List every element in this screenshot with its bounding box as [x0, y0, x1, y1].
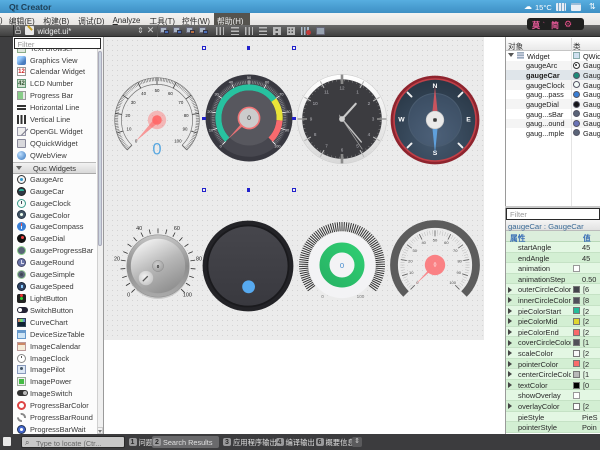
- svg-text:12: 12: [339, 86, 345, 91]
- svg-text:40: 40: [141, 91, 146, 96]
- svg-text:40: 40: [136, 226, 142, 232]
- svg-text:40: 40: [421, 240, 426, 245]
- svg-text:100: 100: [174, 138, 182, 143]
- svg-text:0: 0: [247, 115, 251, 122]
- svg-text:100: 100: [357, 294, 365, 299]
- svg-text:30: 30: [215, 92, 219, 96]
- svg-text:80: 80: [184, 113, 189, 118]
- svg-text:2: 2: [368, 101, 371, 106]
- svg-text:9: 9: [310, 117, 313, 122]
- svg-text:100: 100: [274, 144, 280, 148]
- svg-text:60: 60: [168, 91, 173, 96]
- svg-text:0: 0: [434, 262, 437, 268]
- svg-text:0: 0: [135, 138, 138, 143]
- svg-text:60: 60: [174, 226, 180, 232]
- svg-text:40: 40: [229, 80, 233, 84]
- svg-text:90: 90: [285, 128, 289, 132]
- svg-text:E: E: [466, 117, 471, 124]
- svg-text:8: 8: [314, 132, 317, 137]
- svg-text:100: 100: [449, 280, 456, 285]
- svg-text:80: 80: [286, 110, 290, 114]
- svg-text:6: 6: [341, 148, 344, 153]
- svg-text:30: 30: [131, 100, 136, 105]
- svg-text:20: 20: [408, 259, 413, 264]
- svg-text:0: 0: [152, 141, 161, 159]
- svg-text:10: 10: [313, 101, 319, 106]
- svg-text:70: 70: [453, 248, 458, 253]
- svg-text:20: 20: [207, 110, 211, 114]
- svg-text:0: 0: [157, 264, 160, 269]
- svg-text:0: 0: [321, 294, 324, 299]
- svg-text:70: 70: [279, 92, 283, 96]
- svg-text:4: 4: [368, 132, 371, 137]
- svg-text:50: 50: [433, 238, 438, 243]
- svg-text:0: 0: [127, 292, 130, 298]
- svg-text:80: 80: [457, 259, 462, 264]
- svg-text:70: 70: [178, 100, 183, 105]
- svg-text:1: 1: [356, 90, 359, 95]
- svg-text:11: 11: [324, 90, 329, 95]
- svg-text:60: 60: [444, 240, 449, 245]
- svg-text:50: 50: [155, 88, 160, 93]
- svg-text:100: 100: [183, 292, 192, 298]
- svg-text:50: 50: [247, 76, 251, 80]
- svg-text:10: 10: [409, 270, 414, 275]
- svg-text:0: 0: [340, 261, 344, 270]
- svg-text:60: 60: [265, 80, 269, 84]
- svg-text:10: 10: [126, 127, 131, 132]
- svg-text:7: 7: [325, 143, 328, 148]
- svg-text:10: 10: [209, 128, 213, 132]
- svg-text:0: 0: [220, 144, 222, 148]
- svg-text:90: 90: [183, 127, 188, 132]
- svg-text:20: 20: [114, 257, 120, 263]
- svg-text:3: 3: [372, 117, 375, 122]
- svg-text:90: 90: [457, 270, 462, 275]
- svg-text:20: 20: [125, 113, 130, 118]
- svg-text:W: W: [398, 117, 405, 124]
- svg-text:30: 30: [413, 248, 418, 253]
